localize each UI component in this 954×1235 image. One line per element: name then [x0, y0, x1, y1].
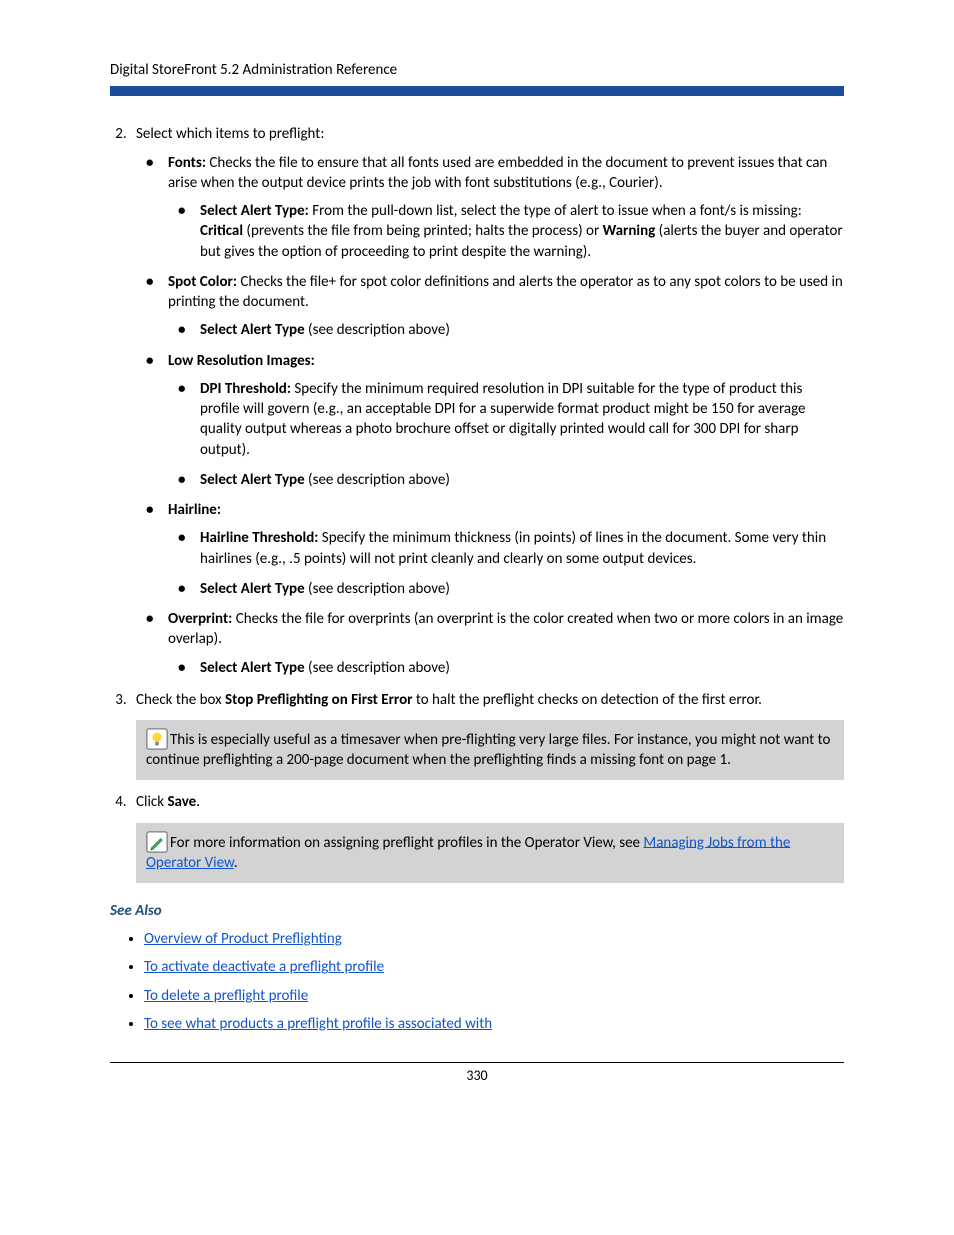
- lightbulb-icon: [146, 728, 168, 750]
- step-4: Click Save. For more information on assi…: [130, 792, 844, 883]
- overprint-alert: Select Alert Type (see description above…: [196, 658, 844, 678]
- lowres-alert-desc: (see description above): [305, 471, 450, 489]
- note-box: For more information on assigning prefli…: [136, 823, 844, 883]
- page-header-title: Digital StoreFront 5.2 Administration Re…: [110, 60, 844, 80]
- link-associated[interactable]: To see what products a preflight profile…: [144, 1015, 492, 1033]
- lowres-sub: DPI Threshold: Specify the minimum requi…: [168, 379, 844, 490]
- overprint-alert-desc: (see description above): [305, 659, 450, 677]
- hairline-thresh-label: Hairline Threshold:: [200, 529, 318, 547]
- overprint-desc: Checks the file for overprints (an overp…: [168, 610, 843, 648]
- steps-list: Select which items to preflight: Fonts: …: [110, 124, 844, 883]
- link-activate[interactable]: To activate deactivate a preflight profi…: [144, 958, 384, 976]
- fonts-alert: Select Alert Type: From the pull-down li…: [196, 201, 844, 262]
- preflight-items: Fonts: Checks the file to ensure that al…: [136, 153, 844, 678]
- lowres-alert: Select Alert Type (see description above…: [196, 470, 844, 490]
- page-footer: 330: [110, 1062, 844, 1086]
- lowres-alert-label: Select Alert Type: [200, 471, 305, 489]
- fonts-alert-label: Select Alert Type:: [200, 202, 309, 220]
- fonts-alert-d2: (prevents the file from being printed; h…: [243, 222, 603, 240]
- hairline-thresh: Hairline Threshold: Specify the minimum …: [196, 528, 844, 569]
- spot-alert-desc: (see description above): [305, 321, 450, 339]
- note-post: .: [234, 854, 238, 872]
- step4-bold: Save: [167, 793, 196, 811]
- link-delete[interactable]: To delete a preflight profile: [144, 987, 308, 1005]
- header-rule: [110, 86, 844, 96]
- tip-box: This is especially useful as a timesaver…: [136, 720, 844, 780]
- step3-bold: Stop Preflighting on First Error: [225, 691, 412, 709]
- spot-desc: Checks the file+ for spot color definiti…: [168, 273, 843, 311]
- list-item: To activate deactivate a preflight profi…: [144, 957, 844, 977]
- spot-sub: Select Alert Type (see description above…: [168, 320, 844, 340]
- step3-post: to halt the preflight checks on detectio…: [412, 691, 761, 709]
- fonts-sub: Select Alert Type: From the pull-down li…: [168, 201, 844, 262]
- spot-alert-label: Select Alert Type: [200, 321, 305, 339]
- step-2: Select which items to preflight: Fonts: …: [130, 124, 844, 678]
- overprint-label: Overprint:: [168, 610, 232, 628]
- list-item: To see what products a preflight profile…: [144, 1014, 844, 1034]
- fonts-warning: Warning: [603, 222, 656, 240]
- list-item: Overview of Product Preflighting: [144, 929, 844, 949]
- see-also-heading: See Also: [110, 901, 844, 921]
- item-overprint: Overprint: Checks the file for overprint…: [164, 609, 844, 678]
- pencil-icon: [146, 831, 168, 853]
- item-hairline: Hairline: Hairline Threshold: Specify th…: [164, 500, 844, 599]
- item-fonts: Fonts: Checks the file to ensure that al…: [164, 153, 844, 262]
- see-also-links: Overview of Product Preflighting To acti…: [110, 929, 844, 1034]
- note-pre: For more information on assigning prefli…: [170, 833, 643, 851]
- step-3: Check the box Stop Preflighting on First…: [130, 690, 844, 781]
- item-low-res: Low Resolution Images: DPI Threshold: Sp…: [164, 351, 844, 491]
- dpi-desc: Specify the minimum required resolution …: [200, 380, 805, 459]
- dpi-label: DPI Threshold:: [200, 380, 291, 398]
- page-number: 330: [466, 1067, 487, 1084]
- link-overview[interactable]: Overview of Product Preflighting: [144, 930, 342, 948]
- spot-label: Spot Color:: [168, 273, 237, 291]
- hairline-label: Hairline:: [168, 501, 221, 519]
- hairline-alert-label: Select Alert Type: [200, 580, 305, 598]
- lowres-dpi: DPI Threshold: Specify the minimum requi…: [196, 379, 844, 460]
- overprint-sub: Select Alert Type (see description above…: [168, 658, 844, 678]
- hairline-alert-desc: (see description above): [305, 580, 450, 598]
- spot-alert: Select Alert Type (see description above…: [196, 320, 844, 340]
- step-2-intro: Select which items to preflight:: [136, 125, 324, 143]
- item-spot-color: Spot Color: Checks the file+ for spot co…: [164, 272, 844, 341]
- tip-text: This is especially useful as a timesaver…: [146, 731, 830, 769]
- overprint-alert-label: Select Alert Type: [200, 659, 305, 677]
- lowres-label: Low Resolution Images:: [168, 352, 315, 370]
- fonts-critical: Critical: [200, 222, 243, 240]
- fonts-label: Fonts:: [168, 154, 206, 172]
- fonts-alert-d1: From the pull-down list, select the type…: [309, 202, 802, 220]
- fonts-desc: Checks the file to ensure that all fonts…: [168, 154, 827, 192]
- step4-post: .: [196, 793, 200, 811]
- step4-pre: Click: [136, 793, 167, 811]
- list-item: To delete a preflight profile: [144, 986, 844, 1006]
- hairline-sub: Hairline Threshold: Specify the minimum …: [168, 528, 844, 599]
- hairline-alert: Select Alert Type (see description above…: [196, 579, 844, 599]
- step3-pre: Check the box: [136, 691, 225, 709]
